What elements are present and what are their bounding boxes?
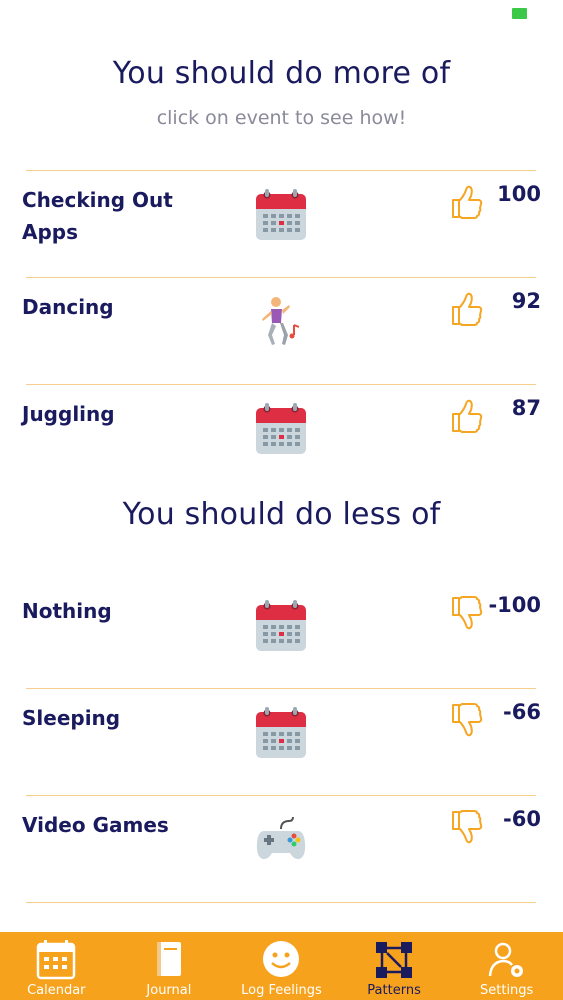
- tab-patterns[interactable]: Patterns: [338, 932, 451, 1000]
- calendar-icon: [254, 706, 308, 760]
- event-row-dancing[interactable]: Dancing 92: [0, 277, 563, 377]
- calendar-icon: [254, 402, 308, 456]
- event-label: Nothing: [22, 599, 112, 623]
- battery-icon: [512, 8, 527, 19]
- tab-label: Journal: [146, 983, 192, 998]
- tab-label: Settings: [480, 983, 534, 998]
- patterns-icon: [376, 942, 413, 978]
- calendar-icon: [254, 599, 308, 653]
- event-label: Dancing: [22, 295, 114, 319]
- event-label: Sleeping: [22, 706, 121, 730]
- event-score: -66: [503, 700, 541, 724]
- event-label: Checking Out Apps: [22, 188, 173, 244]
- dancer-icon: [254, 295, 308, 349]
- tab-calendar[interactable]: Calendar: [0, 932, 113, 1000]
- event-label: Video Games: [22, 813, 169, 837]
- event-score: 87: [511, 396, 541, 420]
- tab-log-feelings[interactable]: Log Feelings: [225, 932, 338, 1000]
- calendar-icon: [254, 188, 308, 242]
- event-row-checking-out-apps[interactable]: Checking Out Apps 100: [0, 170, 563, 270]
- tab-label: Calendar: [27, 983, 86, 998]
- smiley-icon: [263, 941, 300, 977]
- event-score: -100: [488, 593, 541, 617]
- book-icon: [156, 942, 181, 976]
- event-score: -60: [503, 807, 541, 831]
- event-row-video-games[interactable]: Video Games -60: [0, 795, 563, 895]
- tab-settings[interactable]: Settings: [450, 932, 563, 1000]
- event-row-juggling[interactable]: Juggling 87: [0, 384, 563, 484]
- event-label: Juggling: [22, 402, 115, 426]
- divider: [26, 902, 536, 903]
- less-section-title: You should do less of: [122, 497, 441, 532]
- tab-label: Patterns: [367, 983, 421, 998]
- more-section-title: You should do more of: [112, 56, 451, 91]
- event-row-nothing[interactable]: Nothing -100: [0, 581, 563, 681]
- tab-label: Log Feelings: [241, 983, 322, 998]
- tab-bar: Calendar Journal Log Feelings Patterns S…: [0, 932, 563, 1000]
- tab-journal[interactable]: Journal: [113, 932, 226, 1000]
- calendar-icon: [37, 940, 76, 980]
- event-score: 100: [497, 182, 541, 206]
- event-row-sleeping[interactable]: Sleeping -66: [0, 688, 563, 788]
- more-section-subtitle: click on event to see how!: [156, 107, 407, 129]
- user-settings-icon: [488, 942, 523, 977]
- game-controller-icon: [254, 813, 308, 867]
- event-score: 92: [511, 289, 541, 313]
